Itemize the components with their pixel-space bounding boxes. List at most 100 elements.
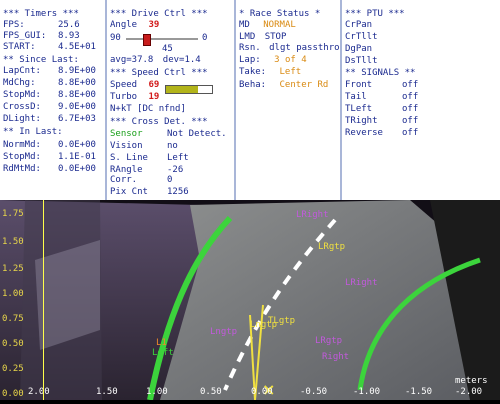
take-value: Left — [279, 67, 302, 77]
signal-row: TRight off — [345, 116, 418, 127]
x-tick: -1.50 — [405, 387, 433, 397]
timer-label: START: — [3, 42, 36, 52]
rsn-value: dlgt passthroDgPan — [269, 43, 340, 53]
ptu-item: DsTllt — [345, 56, 378, 66]
since-last-header: ** Since Last: — [3, 55, 79, 65]
rsn-label: Rsn. — [239, 43, 261, 53]
signal-row: Reverse off — [345, 128, 418, 139]
cross-row-pixcnt: Pix Cnt 1256 — [110, 187, 189, 198]
x-tick: 0.00 — [251, 387, 273, 397]
lmd-label: LMD — [239, 32, 256, 42]
timer-row-start: START: 4.5E+01 — [3, 42, 96, 53]
signal-label: TLeft — [345, 104, 373, 114]
since-label: MdChg: — [3, 78, 36, 88]
camera-track-view[interactable]: × 1.75 1.50 1.25 1.00 0.75 0.50 0.25 0.0… — [0, 200, 500, 401]
cross-row-corr: Corr. 0 — [110, 175, 172, 186]
ptu-item: CrPan — [345, 20, 373, 30]
angle-slider[interactable]: 90 0 — [110, 33, 210, 46]
md-label: MD — [239, 20, 250, 30]
slider-max-label: 0 — [202, 33, 208, 43]
ptu-item: CrTllt — [345, 32, 378, 42]
y-tick: 0.00 — [2, 389, 24, 399]
lap-value: 3 of 4 — [274, 55, 307, 65]
lap-label: Lap: — [239, 55, 261, 65]
in-value: 1.1E-01 — [58, 152, 96, 162]
slider-track[interactable] — [126, 38, 198, 40]
x-tick: 1.50 — [96, 387, 118, 397]
timers-header: *** Timers *** — [3, 9, 79, 19]
speed-bar — [165, 85, 213, 94]
in-value: 0.0E+00 — [58, 164, 96, 174]
drive-column: *** Drive Ctrl *** Angle 39 90 0 45 avg=… — [107, 0, 234, 200]
speed-ctrl-header: *** Speed Ctrl *** — [110, 68, 208, 78]
y-tick: 0.75 — [2, 314, 24, 324]
cross-row-vision: Vision no — [110, 141, 178, 152]
slider-center-label: 45 — [162, 44, 173, 54]
cross-value: no — [167, 141, 178, 151]
marker-label: LRgtp — [315, 336, 343, 346]
timer-value: 4.5E+01 — [58, 42, 96, 52]
y-tick: 0.50 — [2, 339, 24, 349]
rsn-row: Rsn. dlgt passthroDgPan — [239, 43, 340, 54]
signal-label: Front — [345, 80, 373, 90]
angle-label: Angle — [110, 20, 138, 30]
signal-row: TLeft off — [345, 104, 418, 115]
cross-label: Corr. — [110, 175, 138, 185]
avg-dev-row: avg=37.8 dev=1.4 — [110, 55, 201, 66]
cross-label: Vision — [110, 141, 143, 151]
lmd-value: STOP — [264, 32, 287, 42]
y-tick: 0.25 — [2, 364, 24, 374]
x-tick: -0.50 — [300, 387, 328, 397]
race-column: * Race Status * MD NORMAL LMD STOP Rsn. … — [236, 0, 340, 200]
slider-thumb[interactable] — [143, 34, 151, 46]
lmd-row: LMD STOP — [239, 32, 286, 43]
avg-value: avg=37.8 — [110, 55, 154, 65]
take-row: Take: Left — [239, 67, 301, 78]
since-value: 8.9E+00 — [58, 66, 96, 76]
speed-label: Speed — [110, 80, 138, 90]
signal-label: TRight — [345, 116, 378, 126]
since-row: CrossD: 9.0E+00 — [3, 102, 96, 113]
angle-row: Angle 39 — [110, 20, 159, 31]
cross-det-header: *** Cross Det. *** — [110, 117, 208, 127]
cross-label: S. Line — [110, 153, 148, 163]
signals-header: ** SIGNALS ** — [345, 68, 416, 78]
dev-value: dev=1.4 — [162, 55, 201, 65]
drive-ctrl-header: *** Drive Ctrl *** — [110, 9, 208, 19]
in-value: 0.0E+00 — [58, 140, 96, 150]
y-tick: 1.75 — [2, 209, 24, 219]
cross-value: 0 — [167, 175, 173, 185]
marker-label: LRgtp — [318, 242, 346, 252]
cross-value: 1256 — [167, 187, 189, 197]
in-row: NormMd: 0.0E+00 — [3, 140, 96, 151]
since-value: 8.8E+00 — [58, 78, 96, 88]
cross-row-sline: S. Line Left — [110, 153, 189, 164]
x-tick: -1.00 — [353, 387, 381, 397]
since-row: StopMd: 8.8E+00 — [3, 90, 96, 101]
since-value: 8.8E+00 — [58, 90, 96, 100]
signal-value: off — [402, 104, 419, 114]
y-tick: 1.50 — [2, 237, 24, 247]
cross-label: Pix Cnt — [110, 187, 148, 197]
status-panel: *** Timers *** FPS: 25.6 FPS_GUI: 8.93 S… — [0, 0, 500, 200]
since-label: DLight: — [3, 114, 41, 124]
x-tick: 2.00 — [28, 387, 50, 397]
y-tick: 1.25 — [2, 264, 24, 274]
signal-value: off — [402, 80, 419, 90]
marker-label: LRight — [345, 278, 378, 288]
timer-row-fps-gui: FPS_GUI: 8.93 — [3, 31, 80, 42]
since-label: StopMd: — [3, 90, 41, 100]
cross-row-sensor: Sensor Not Detect. — [110, 129, 227, 140]
signal-value: off — [402, 128, 419, 138]
marker-label: Right — [322, 352, 350, 362]
x-grid-rule — [43, 200, 44, 400]
timer-label: FPS_GUI: — [3, 31, 47, 41]
turbo-value: 19 — [148, 92, 160, 102]
race-status-header: * Race Status * — [239, 9, 321, 19]
in-label: NormMd: — [3, 140, 41, 150]
beha-value: Center Rd — [279, 80, 329, 90]
turbo-label: Turbo — [110, 92, 138, 102]
in-row: RdMtMd: 0.0E+00 — [3, 164, 96, 175]
speed-row: Speed 69 — [110, 80, 159, 91]
signal-row: Tail off — [345, 92, 418, 103]
